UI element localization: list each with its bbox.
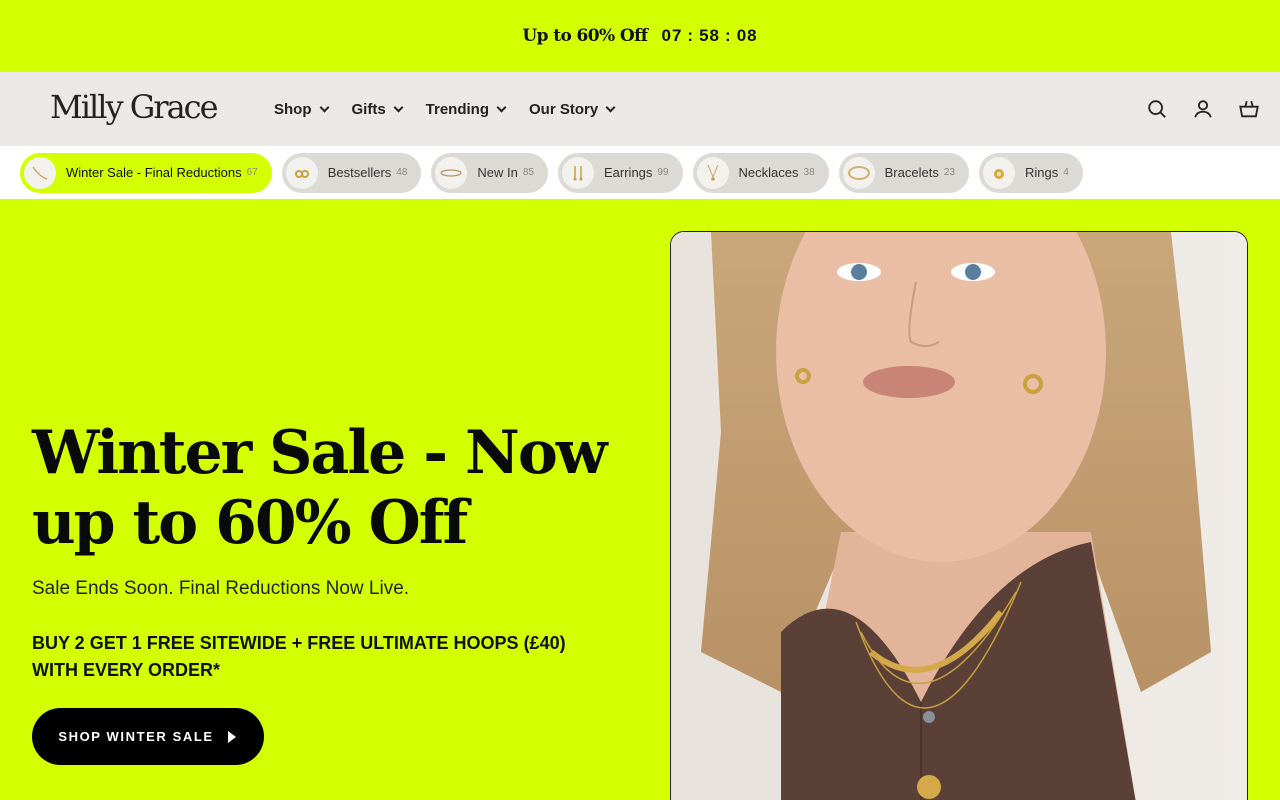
chip-thumbnail (285, 156, 318, 189)
chip-necklaces[interactable]: Necklaces 38 (692, 152, 829, 193)
chain-necklace-icon (32, 166, 48, 180)
chip-label: Bracelets (884, 165, 939, 180)
hero-offer: BUY 2 GET 1 FREE SITEWIDE + FREE ULTIMAT… (32, 633, 566, 680)
announcement-bar: Up to 60% Off 07 : 58 : 08 (0, 0, 1280, 72)
site-header: Milly Grace Shop Gifts Trending Our Stor… (0, 72, 1280, 146)
hero-image (670, 231, 1248, 800)
bangle-icon (847, 165, 870, 180)
chip-label: Winter Sale - Final Reductions (66, 165, 242, 180)
timer-seconds: 08 (736, 26, 758, 45)
shop-winter-sale-button[interactable]: SHOP WINTER SALE (32, 708, 264, 765)
chevron-down-icon (605, 102, 616, 112)
bracelet-icon (440, 168, 463, 177)
chip-label: Earrings (604, 165, 653, 180)
search-icon[interactable] (1146, 98, 1168, 120)
nav-item-label: Shop (274, 100, 312, 118)
chip-thumbnail (982, 156, 1015, 189)
chip-thumbnail (24, 156, 56, 189)
main-nav: Shop Gifts Trending Our Story (274, 72, 616, 146)
chip-label: Necklaces (738, 165, 799, 180)
nav-item-trending[interactable]: Trending (425, 100, 507, 118)
chip-label: New In (477, 165, 518, 180)
timer-separator: : (725, 26, 732, 45)
chip-thumbnail (696, 156, 729, 189)
timer-minutes: 58 (699, 26, 721, 45)
nav-item-shop[interactable]: Shop (274, 100, 329, 118)
chip-count: 67 (246, 167, 258, 178)
hero-title: Winter Sale - Now up to 60% Off (32, 418, 608, 558)
chip-label: Bestsellers (327, 165, 392, 180)
chip-count: 23 (943, 167, 955, 178)
chip-thumbnail (562, 156, 594, 189)
chip-count: 99 (657, 167, 669, 178)
chip-bestsellers[interactable]: Bestsellers 48 (281, 152, 422, 193)
cta-label: SHOP WINTER SALE (58, 729, 214, 744)
chip-rings[interactable]: Rings 4 (978, 152, 1083, 193)
timer-hours: 07 (661, 26, 683, 45)
nav-item-gifts[interactable]: Gifts (351, 100, 404, 118)
model-photo (671, 232, 1247, 800)
chip-thumbnail (435, 156, 468, 189)
chip-count: 48 (396, 167, 408, 178)
chip-count: 38 (803, 167, 815, 178)
chip-new-in[interactable]: New In 85 (431, 152, 548, 193)
drop-earrings-icon (573, 165, 583, 180)
nav-item-our-story[interactable]: Our Story (529, 100, 616, 118)
nav-item-label: Gifts (351, 100, 386, 118)
chip-label: Rings (1024, 165, 1059, 180)
account-icon[interactable] (1192, 98, 1214, 120)
timer-separator: : (687, 26, 695, 45)
chevron-down-icon (496, 102, 507, 112)
chevron-down-icon (319, 102, 329, 112)
nav-item-label: Trending (425, 100, 490, 118)
chip-earrings[interactable]: Earrings 99 (558, 152, 683, 193)
chip-bracelets[interactable]: Bracelets 23 (838, 152, 969, 193)
earrings-icon (294, 169, 309, 178)
chip-count: 85 (522, 167, 534, 178)
chevron-down-icon (393, 102, 404, 112)
category-chips: Winter Sale - Final Reductions 67 Bestse… (0, 146, 1280, 199)
chip-thumbnail (842, 156, 875, 189)
announcement-promo: Up to 60% Off (522, 26, 648, 46)
hero-subtitle: Sale Ends Soon. Final Reductions Now Liv… (32, 578, 410, 599)
basket-icon[interactable] (1238, 98, 1260, 120)
brand-logo[interactable]: Milly Grace (50, 88, 219, 126)
chip-winter-sale[interactable]: Winter Sale - Final Reductions 67 (20, 152, 272, 193)
chip-count: 4 (1063, 167, 1069, 178)
pendant-necklace-icon (707, 164, 719, 181)
ring-icon (993, 168, 1004, 179)
nav-item-label: Our Story (529, 100, 599, 118)
arrow-right-icon (227, 730, 236, 743)
countdown-timer: 07 : 58 : 08 (662, 26, 758, 46)
header-actions (1146, 72, 1260, 146)
